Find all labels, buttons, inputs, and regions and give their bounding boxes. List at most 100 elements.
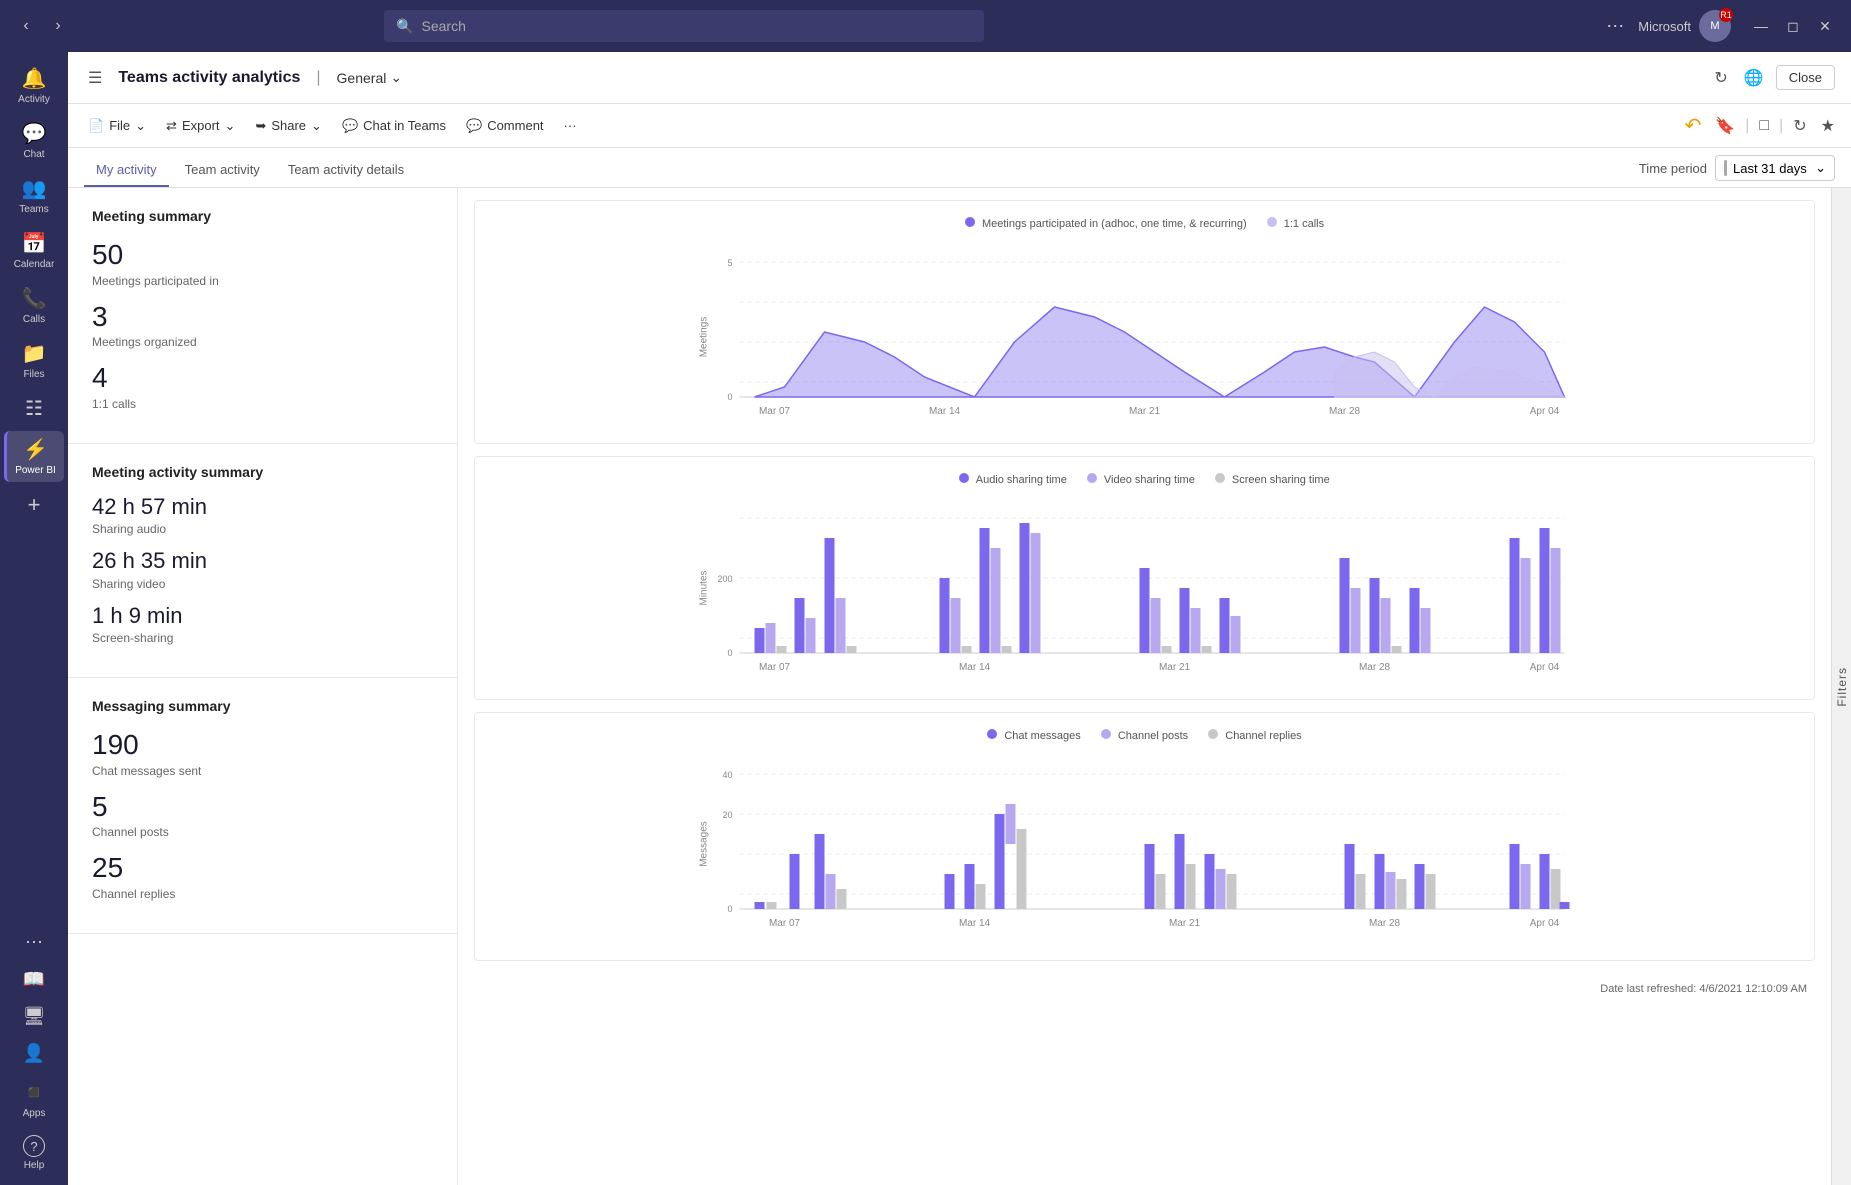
chart-messaging-summary: Chat messages Channel posts Channel repl… <box>474 712 1815 961</box>
svg-text:40: 40 <box>722 770 732 780</box>
comment-icon: 💬 <box>466 118 482 134</box>
tab-team-activity[interactable]: Team activity <box>173 154 272 187</box>
sidebar-item-powerbi[interactable]: ⚡ Power BI <box>4 431 64 482</box>
back-button[interactable]: ‹ <box>12 12 40 40</box>
book-icon: 📖 <box>23 969 45 990</box>
svg-text:Mar 14: Mar 14 <box>929 406 961 417</box>
bookmark-button[interactable]: 🔖 <box>1711 112 1739 140</box>
sidebar-item-teams[interactable]: 👥 Teams <box>4 170 64 221</box>
sidebar-item-board[interactable]: ☷ <box>4 390 64 427</box>
file-icon: 📄 <box>88 118 104 134</box>
svg-text:Minutes: Minutes <box>699 570 710 605</box>
sidebar-item-add[interactable]: + <box>4 486 64 524</box>
svg-text:200: 200 <box>717 574 732 584</box>
chat-messages-value: 190 <box>92 728 433 762</box>
stat-item-channel-posts: 5 Channel posts <box>92 790 433 840</box>
sidebar-label-files: Files <box>23 369 44 380</box>
general-label: General <box>337 70 387 86</box>
view-button[interactable]: □ <box>1755 113 1773 139</box>
powerbi-icon: ⚡ <box>23 437 48 462</box>
restore-button[interactable]: ◻ <box>1779 12 1807 40</box>
time-period-label: Time period <box>1639 161 1707 176</box>
general-dropdown[interactable]: General ⌄ <box>337 69 403 86</box>
sidebar-label-activity: Activity <box>18 94 50 105</box>
globe-button[interactable]: 🌐 <box>1740 64 1768 92</box>
export-button[interactable]: ⇄ Export ⌄ <box>158 113 243 139</box>
help-icon: ? <box>23 1135 45 1157</box>
sidebar-item-device[interactable]: 🖥 <box>4 1000 64 1033</box>
page-title: Teams activity analytics <box>118 69 300 87</box>
sidebar-item-apps[interactable]: ◾ Apps <box>4 1074 64 1125</box>
time-period-chevron: ⌄ <box>1815 160 1826 176</box>
close-page-button[interactable]: Close <box>1776 65 1835 90</box>
svg-text:Mar 28: Mar 28 <box>1359 662 1391 673</box>
avatar[interactable]: M R1 <box>1699 10 1731 42</box>
tab-team-activity-details[interactable]: Team activity details <box>276 154 416 187</box>
sidebar-label-calls: Calls <box>23 314 45 325</box>
share-label: Share <box>271 118 306 133</box>
chat-in-teams-button[interactable]: 💬 Chat in Teams <box>334 113 454 139</box>
svg-text:Meetings: Meetings <box>699 317 710 358</box>
device-icon: 🖥 <box>23 1006 46 1027</box>
sidebar-item-help[interactable]: ? Help <box>4 1129 64 1177</box>
legend3-chat: Chat messages <box>987 729 1081 742</box>
sidebar-item-calendar[interactable]: 📅 Calendar <box>4 225 64 276</box>
video-value: 26 h 35 min <box>92 548 433 574</box>
sidebar-item-activity[interactable]: 🔔 Activity <box>4 60 64 111</box>
sidebar-item-files[interactable]: 📁 Files <box>4 335 64 386</box>
svg-text:Apr 04: Apr 04 <box>1530 662 1560 673</box>
sidebar-item-chat[interactable]: 💬 Chat <box>4 115 64 166</box>
refresh-button[interactable]: ↻ <box>1710 64 1731 92</box>
video-label: Sharing video <box>92 577 433 591</box>
1on1-calls-label: 1:1 calls <box>92 397 433 411</box>
stat-item-meetings-organized: 3 Meetings organized <box>92 300 433 350</box>
share-icon: ➥ <box>255 118 266 134</box>
toolbar-separator-1: | <box>1745 117 1749 135</box>
meetings-participated-label: Meetings participated in <box>92 274 433 288</box>
comment-button[interactable]: 💬 Comment <box>458 113 552 139</box>
svg-text:Mar 14: Mar 14 <box>959 918 991 929</box>
meeting-activity-title: Meeting activity summary <box>92 464 433 480</box>
forward-button[interactable]: › <box>44 12 72 40</box>
share-button[interactable]: ➥ Share ⌄ <box>247 113 330 139</box>
sidebar-item-more[interactable]: ⋯ <box>4 926 64 959</box>
sidebar-label-calendar: Calendar <box>14 259 55 270</box>
sidebar-label-help: Help <box>24 1160 45 1171</box>
filter-tab[interactable]: Filters <box>1831 188 1851 1185</box>
more-toolbar-button[interactable]: ··· <box>556 113 585 138</box>
refresh-chart-button[interactable]: ↻ <box>1789 112 1810 140</box>
file-button[interactable]: 📄 File ⌄ <box>80 113 154 139</box>
favorite-button[interactable]: ★ <box>1817 112 1839 140</box>
search-placeholder: Search <box>422 18 466 34</box>
svg-text:0: 0 <box>727 648 732 658</box>
chart2-svg: Minutes 200 0 <box>491 498 1798 678</box>
more-options-button[interactable]: ⋯ <box>1600 12 1630 41</box>
svg-text:Mar 14: Mar 14 <box>959 662 991 673</box>
export-label: Export <box>182 118 220 133</box>
sidebar-item-profile[interactable]: 👤 <box>4 1037 64 1070</box>
avatar-initials: M <box>1710 20 1719 32</box>
stats-column: Meeting summary 50 Meetings participated… <box>68 188 458 1185</box>
toolbar-separator-2: | <box>1779 117 1783 135</box>
legend-item-calls: 1:1 calls <box>1267 217 1324 230</box>
title-bar-right: ⋯ Microsoft M R1 — ◻ ✕ <box>1600 10 1839 42</box>
close-window-button[interactable]: ✕ <box>1811 12 1839 40</box>
tab-team-activity-label: Team activity <box>185 162 260 177</box>
time-period-select[interactable]: Last 31 days ⌄ <box>1715 155 1835 181</box>
legend-dot-meetings <box>965 217 975 227</box>
sidebar-item-book[interactable]: 📖 <box>4 963 64 996</box>
hamburger-button[interactable]: ☰ <box>84 64 106 92</box>
messaging-summary-panel: Messaging summary 190 Chat messages sent… <box>68 678 457 934</box>
undo-button[interactable]: ↶ <box>1681 109 1706 142</box>
files-icon: 📁 <box>22 341 47 366</box>
svg-text:Messages: Messages <box>699 821 710 867</box>
tab-my-activity[interactable]: My activity <box>84 154 169 187</box>
sidebar-item-calls[interactable]: 📞 Calls <box>4 280 64 331</box>
comment-label: Comment <box>487 118 543 133</box>
sidebar-label-teams: Teams <box>19 204 48 215</box>
page-separator: | <box>316 69 320 87</box>
search-bar[interactable]: 🔍 Search <box>384 10 984 42</box>
legend2-video: Video sharing time <box>1087 473 1195 486</box>
minimize-button[interactable]: — <box>1747 12 1775 40</box>
chart2-legend: Audio sharing time Video sharing time Sc… <box>491 473 1798 486</box>
